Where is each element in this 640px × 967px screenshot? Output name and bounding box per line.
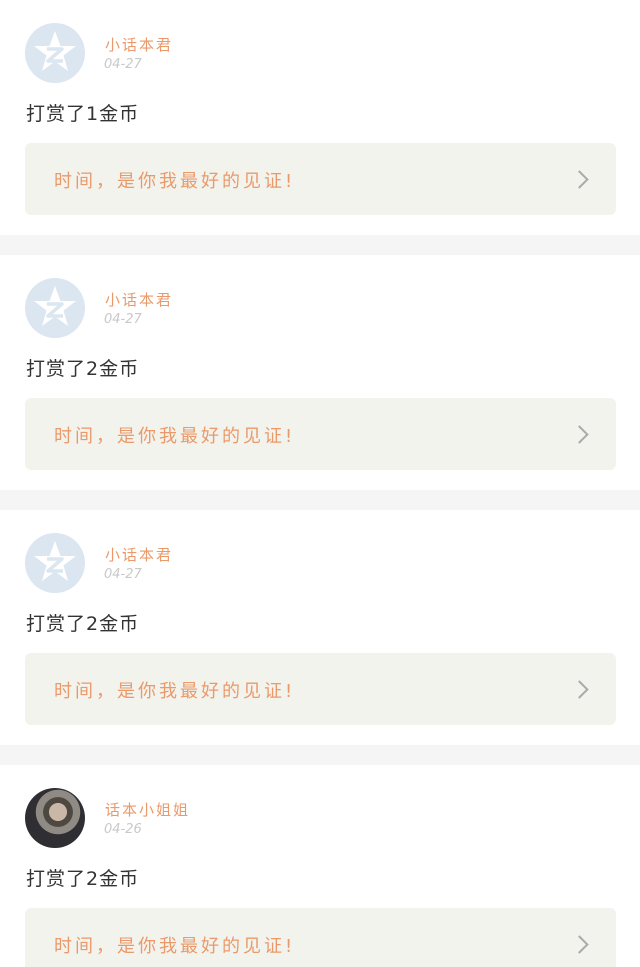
qq-star-avatar-icon[interactable] (25, 23, 85, 83)
reward-feed: 小话本君 04-27 打赏了1金币 时间，是你我最好的见证! 小话本君 04-2… (0, 0, 640, 967)
quote-link[interactable]: 时间，是你我最好的见证! (25, 653, 616, 725)
post-date: 04-27 (104, 312, 142, 327)
user-photo-avatar[interactable] (25, 788, 85, 848)
separator (0, 490, 640, 510)
quote-text: 时间，是你我最好的见证! (54, 426, 296, 447)
username[interactable]: 话本小姐姐 (105, 799, 190, 820)
quote-text: 时间，是你我最好的见证! (54, 936, 296, 957)
reward-post: 小话本君 04-27 打赏了2金币 时间，是你我最好的见证! (0, 510, 640, 745)
chevron-right-icon (570, 680, 589, 699)
qq-star-avatar-icon[interactable] (25, 533, 85, 593)
post-date: 04-26 (104, 822, 142, 837)
separator (0, 235, 640, 255)
username[interactable]: 小话本君 (105, 289, 173, 310)
separator (0, 745, 640, 765)
quote-text: 时间，是你我最好的见证! (54, 681, 296, 702)
reward-text: 打赏了2金币 (26, 358, 140, 380)
reward-post: 话本小姐姐 04-26 打赏了2金币 时间，是你我最好的见证! (0, 765, 640, 967)
username[interactable]: 小话本君 (105, 34, 173, 55)
chevron-right-icon (570, 425, 589, 444)
chevron-right-icon (570, 935, 589, 954)
reward-post: 小话本君 04-27 打赏了1金币 时间，是你我最好的见证! (0, 0, 640, 235)
post-date: 04-27 (104, 567, 142, 582)
reward-post: 小话本君 04-27 打赏了2金币 时间，是你我最好的见证! (0, 255, 640, 490)
quote-text: 时间，是你我最好的见证! (54, 171, 296, 192)
reward-text: 打赏了2金币 (26, 868, 140, 890)
username[interactable]: 小话本君 (105, 544, 173, 565)
quote-link[interactable]: 时间，是你我最好的见证! (25, 908, 616, 967)
chevron-right-icon (570, 170, 589, 189)
reward-text: 打赏了1金币 (26, 103, 140, 125)
qq-star-avatar-icon[interactable] (25, 278, 85, 338)
post-date: 04-27 (104, 57, 142, 72)
reward-text: 打赏了2金币 (26, 613, 140, 635)
quote-link[interactable]: 时间，是你我最好的见证! (25, 398, 616, 470)
quote-link[interactable]: 时间，是你我最好的见证! (25, 143, 616, 215)
